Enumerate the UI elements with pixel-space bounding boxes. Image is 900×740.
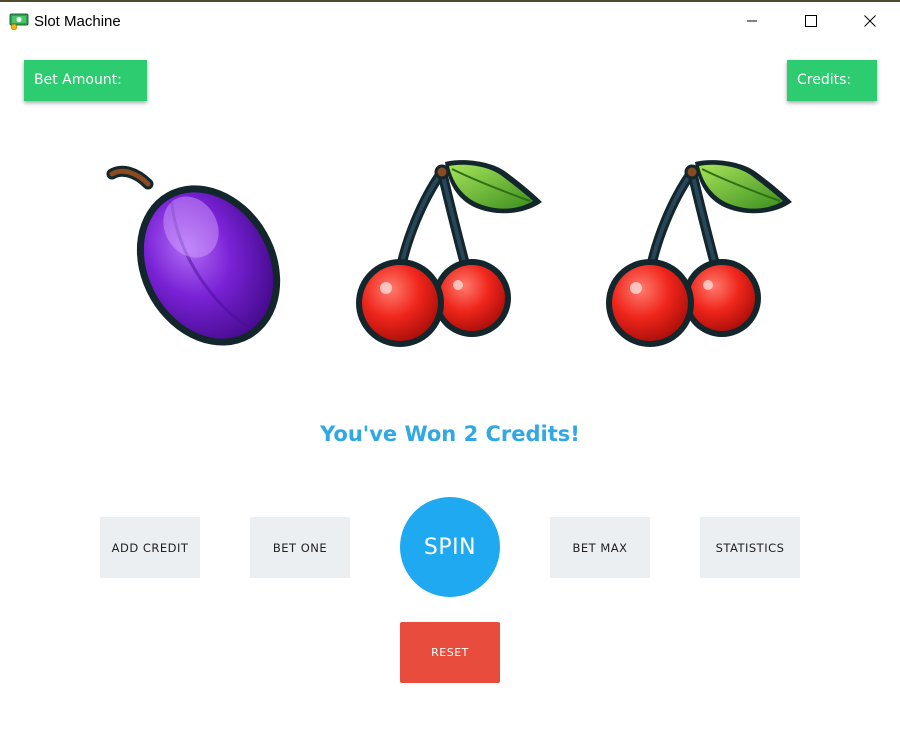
cherries-icon — [606, 160, 792, 347]
minimize-icon — [747, 20, 757, 22]
close-button[interactable] — [841, 2, 899, 40]
cherries-icon — [356, 160, 542, 347]
spin-button[interactable]: SPIN — [400, 497, 500, 597]
reel-3 — [600, 150, 800, 350]
credits-badge: Credits: $6 — [787, 60, 877, 129]
bet-one-button[interactable]: BET ONE — [250, 517, 350, 578]
add-credit-button[interactable]: ADD CREDIT — [100, 517, 200, 578]
win-message: You've Won 2 Credits! — [320, 422, 580, 446]
statistics-button[interactable]: STATISTICS — [700, 517, 800, 578]
reel-2 — [350, 150, 550, 350]
reel-1 — [100, 150, 300, 350]
bet-max-button[interactable]: BET MAX — [550, 517, 650, 578]
plum-icon — [106, 165, 281, 346]
minimize-button[interactable] — [723, 2, 781, 40]
close-icon — [864, 15, 876, 27]
maximize-icon — [805, 15, 817, 27]
reset-button[interactable]: RESET — [400, 622, 500, 683]
bet-amount-badge: Bet Amount: $0 — [24, 60, 147, 129]
maximize-button[interactable] — [782, 2, 840, 40]
money-icon — [9, 13, 29, 31]
window-title: Slot Machine — [34, 13, 121, 30]
